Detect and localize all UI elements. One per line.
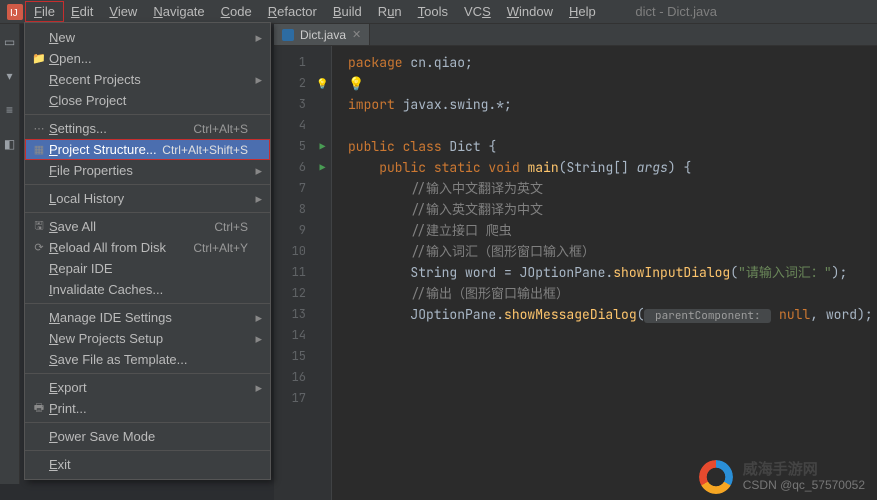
svg-text:IJ: IJ — [10, 8, 18, 19]
editor-tabs: Dict.java ✕ — [274, 24, 877, 46]
menu-item-print[interactable]: 🖶Print... — [25, 398, 270, 419]
menu-item-open[interactable]: 📁Open... — [25, 48, 270, 69]
menu-item-new-projects-setup[interactable]: New Projects Setup▸ — [25, 328, 270, 349]
line-number-gutter: 1234567891011121314151617 — [274, 46, 314, 500]
menu-item-export[interactable]: Export▸ — [25, 377, 270, 398]
menu-item-repair-ide[interactable]: Repair IDE — [25, 258, 270, 279]
file-menu-dropdown: New▸📁Open...Recent Projects▸Close Projec… — [24, 22, 271, 480]
tab-label: Dict.java — [300, 28, 346, 42]
menu-item-manage-ide-settings[interactable]: Manage IDE Settings▸ — [25, 307, 270, 328]
menu-edit[interactable]: Edit — [63, 2, 101, 21]
menu-tools[interactable]: Tools — [410, 2, 456, 21]
menu-view[interactable]: View — [101, 2, 145, 21]
code-area[interactable]: package cn.qiao; 💡 import javax.swing.*;… — [332, 46, 873, 500]
watermark-big: 威海手游网 — [743, 462, 818, 479]
menu-item-file-properties[interactable]: File Properties▸ — [25, 160, 270, 181]
menu-build[interactable]: Build — [325, 2, 370, 21]
code-editor[interactable]: 1234567891011121314151617 💡▶▶ package cn… — [274, 46, 877, 500]
app-icon: IJ — [4, 1, 26, 23]
menu-navigate[interactable]: Navigate — [145, 2, 212, 21]
menu-refactor[interactable]: Refactor — [260, 2, 325, 21]
close-tab-icon[interactable]: ✕ — [352, 28, 361, 41]
menu-code[interactable]: Code — [213, 2, 260, 21]
menu-item-exit[interactable]: Exit — [25, 454, 270, 475]
structure-tool-icon[interactable]: ≡ — [2, 102, 18, 118]
watermark: 威海手游网 CSDN @qc_57570052 — [699, 460, 865, 494]
folder-tool-icon[interactable]: ▾ — [2, 68, 18, 84]
tab-dict-java[interactable]: Dict.java ✕ — [274, 24, 370, 45]
window-title: dict - Dict.java — [635, 4, 877, 19]
menubar: IJ File Edit View Navigate Code Refactor… — [0, 0, 877, 24]
bookmark-tool-icon[interactable]: ◧ — [2, 136, 18, 152]
menu-file[interactable]: File — [26, 2, 63, 21]
menu-item-recent-projects[interactable]: Recent Projects▸ — [25, 69, 270, 90]
menu-item-save-file-as-template[interactable]: Save File as Template... — [25, 349, 270, 370]
watermark-small: CSDN @qc_57570052 — [743, 479, 865, 492]
menu-vcs[interactable]: VCS — [456, 2, 499, 21]
menu-item-invalidate-caches[interactable]: Invalidate Caches... — [25, 279, 270, 300]
menu-item-new[interactable]: New▸ — [25, 27, 270, 48]
logo-icon — [699, 460, 733, 494]
menu-item-close-project[interactable]: Close Project — [25, 90, 270, 111]
project-tool-icon[interactable]: ▭ — [2, 34, 18, 50]
menu-item-reload-all-from-disk[interactable]: ⟳Reload All from DiskCtrl+Alt+Y — [25, 237, 270, 258]
marks-gutter: 💡▶▶ — [314, 46, 332, 500]
menu-item-save-all[interactable]: 🖫Save AllCtrl+S — [25, 216, 270, 237]
tool-strip: ▭ ▾ ≡ ◧ — [0, 24, 20, 484]
menu-item-power-save-mode[interactable]: Power Save Mode — [25, 426, 270, 447]
menu-help[interactable]: Help — [561, 2, 604, 21]
menu-run[interactable]: Run — [370, 2, 410, 21]
menu-window[interactable]: Window — [499, 2, 561, 21]
menu-item-project-structure[interactable]: ▦Project Structure...Ctrl+Alt+Shift+S — [25, 139, 270, 160]
java-file-icon — [282, 29, 294, 41]
menu-item-local-history[interactable]: Local History▸ — [25, 188, 270, 209]
menu-item-settings[interactable]: ⋯Settings...Ctrl+Alt+S — [25, 118, 270, 139]
